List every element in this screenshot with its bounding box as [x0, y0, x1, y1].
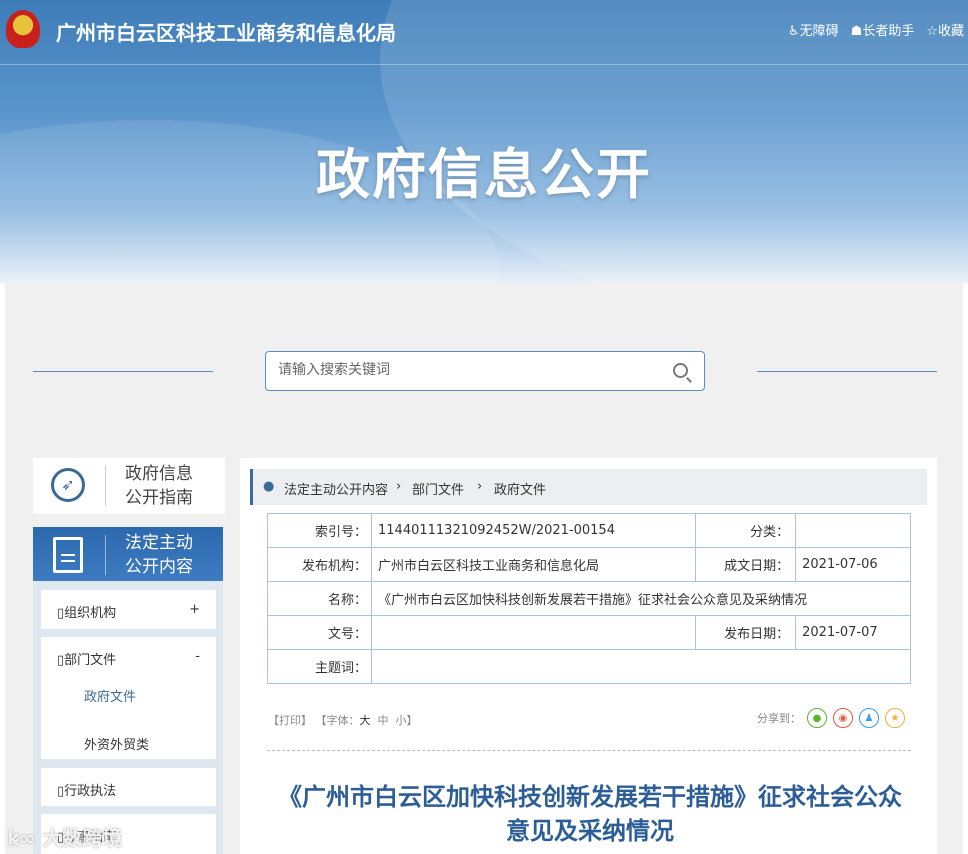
divider: [33, 371, 213, 372]
wechat-icon[interactable]: ●: [807, 708, 827, 728]
wheelchair-icon: ♿: [787, 24, 800, 39]
sidebar-subitem-gov-docs[interactable]: 政府文件: [84, 686, 136, 705]
compass-icon: ➶: [51, 468, 85, 502]
chevron-right-icon: ›: [477, 479, 483, 494]
national-emblem-logo: [6, 10, 40, 48]
print-button[interactable]: 【打印】: [268, 714, 312, 727]
chevron-right-icon: ›: [396, 479, 402, 494]
qq-icon[interactable]: ♟: [859, 708, 879, 728]
font-small[interactable]: 小: [396, 714, 407, 727]
document-meta-table: 索引号： 11440111321092452W/2021-00154 分类： 发布机…: [267, 513, 911, 684]
share-bar: 分享到： ● ◉ ♟ ★: [757, 708, 905, 728]
content-panel: ● 法定主动公开内容 › 部门文件 › 政府文件 索引号： 11440111321…: [240, 458, 937, 854]
expand-toggle[interactable]: +: [189, 602, 200, 617]
accessibility-link[interactable]: ♿无障碍: [788, 20, 839, 39]
sidebar-subitem-foreign-trade[interactable]: 外资外贸类: [84, 734, 149, 753]
page-tools: 【打印】 【字体：大 中 小】: [268, 714, 418, 727]
sidebar-item-org[interactable]: ▯组织机构 +: [41, 590, 216, 629]
sidebar-item-dept-docs[interactable]: ▯部门文件 - 政府文件 外资外贸类: [41, 637, 216, 759]
sidebar-item-enforcement[interactable]: ▯行政执法: [41, 768, 216, 806]
weibo-icon[interactable]: ◉: [833, 708, 853, 728]
search-input[interactable]: [278, 362, 658, 378]
article-title: 《广州市白云区加快科技创新发展若干措施》征求社会公众意见及采纳情况: [278, 783, 902, 845]
sidebar-menu: ▯组织机构 + ▯部门文件 - 政府文件 外资外贸类 ▯行政执法 ▯办事指南: [33, 581, 223, 854]
qzone-star-icon[interactable]: ★: [885, 708, 905, 728]
banner-title: 政府信息公开: [316, 143, 652, 206]
location-pin-icon: ●: [263, 479, 275, 494]
breadcrumb: ● 法定主动公开内容 › 部门文件 › 政府文件: [250, 469, 927, 505]
public-guide-button[interactable]: ➶ 政府信息 公开指南: [33, 458, 225, 514]
header-banner: 广州市白云区科技工业商务和信息化局 ♿无障碍 ☗长者助手 ☆收藏 政府信息公开: [0, 0, 968, 283]
legal-content-button[interactable]: 法定主动 公开内容: [33, 527, 223, 581]
elder-assistant-link[interactable]: ☗长者助手: [851, 20, 915, 39]
favorite-link[interactable]: ☆收藏: [926, 20, 964, 39]
star-icon: ☆: [926, 24, 938, 39]
breadcrumb-item[interactable]: 政府文件: [494, 479, 546, 498]
site-title[interactable]: 广州市白云区科技工业商务和信息化局: [56, 17, 396, 46]
breadcrumb-item[interactable]: 法定主动公开内容: [284, 479, 388, 498]
font-large[interactable]: 大: [360, 714, 371, 727]
search-box: [265, 351, 705, 391]
collapse-toggle[interactable]: -: [195, 649, 200, 664]
document-icon: [53, 537, 83, 573]
search-icon[interactable]: [673, 363, 688, 378]
breadcrumb-item[interactable]: 部门文件: [412, 479, 464, 498]
divider: [757, 371, 937, 372]
watermark-logo: ꝃ∞ 大数跨境: [8, 826, 123, 850]
divider: [267, 750, 911, 751]
font-medium[interactable]: 中: [378, 714, 389, 727]
person-icon: ☗: [850, 24, 863, 39]
